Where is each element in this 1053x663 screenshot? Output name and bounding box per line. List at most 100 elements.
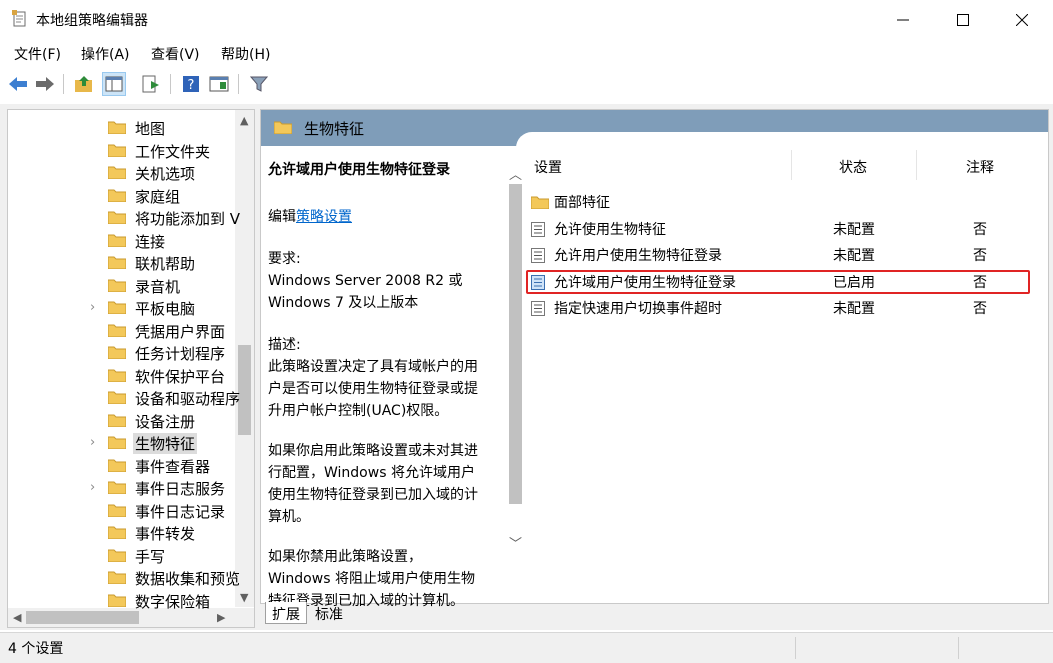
folder-icon	[107, 323, 127, 337]
menu-file[interactable]: 文件(F)	[14, 44, 61, 64]
description-line: 算机。	[268, 509, 310, 525]
folder-icon	[107, 458, 127, 472]
tree-item[interactable]: › 生物特征	[8, 431, 232, 454]
menu-view[interactable]: 查看(V)	[151, 44, 200, 64]
tree-item-label: 家庭组	[135, 187, 181, 206]
tab-extended[interactable]: 扩展	[265, 602, 307, 624]
folder-icon	[107, 255, 127, 270]
tree-item[interactable]: 数字保险箱	[8, 589, 232, 611]
policy-row[interactable]: 允许使用生物特征 未配置 否	[526, 217, 1030, 241]
policy-row[interactable]: 指定快速用户切换事件超时 未配置 否	[526, 296, 1030, 320]
tree-item-label: 软件保护平台	[135, 367, 226, 386]
description-line: 升用户帐户控制(UAC)权限。	[268, 403, 449, 419]
folder-icon	[107, 278, 127, 292]
tree-item[interactable]: 事件转发	[8, 521, 232, 543]
window-title: 本地组策略编辑器	[36, 13, 148, 29]
folder-icon	[530, 195, 550, 210]
policy-setting-icon	[531, 248, 545, 263]
description-label: 描述:	[268, 337, 301, 353]
policy-row[interactable]: 允许用户使用生物特征登录 未配置 否	[526, 243, 1030, 267]
folder-icon	[107, 165, 127, 180]
export-list-button[interactable]	[139, 72, 163, 96]
tree-item[interactable]: 工作文件夹	[8, 139, 232, 161]
filter-button[interactable]	[247, 72, 271, 96]
scroll-right-icon[interactable]: ▶	[217, 611, 225, 624]
folder-icon	[274, 121, 292, 134]
tree-item[interactable]: 设备注册	[8, 409, 232, 431]
minimize-icon	[897, 19, 909, 21]
close-icon	[1016, 14, 1028, 26]
scroll-down-icon[interactable]: ▼	[240, 591, 248, 604]
up-folder-button[interactable]	[72, 72, 96, 96]
column-header-comment[interactable]: 注释	[966, 157, 994, 177]
menu-bar: 文件(F) 操作(A) 查看(V) 帮助(H)	[0, 40, 1053, 66]
tab-standard[interactable]: 标准	[309, 602, 349, 624]
tree-item[interactable]: 地图	[8, 116, 232, 138]
tree-item[interactable]: 联机帮助	[8, 251, 232, 273]
tree-item[interactable]: 关机选项	[8, 161, 232, 183]
description-line: 使用生物特征登录到已加入域的计	[268, 487, 478, 503]
requirements-line-1: Windows Server 2008 R2 或	[268, 273, 463, 289]
tree-item[interactable]: 连接	[8, 229, 232, 251]
tree-item-label: 关机选项	[135, 165, 196, 183]
settings-list: 设置 状态 注释 面部特征 允许使用生物特征 未配置否允许用户使用生物特征登录 未配置…	[526, 146, 1048, 601]
expand-chevron-icon[interactable]: ›	[90, 435, 100, 450]
tree-item[interactable]: 设备和驱动程序	[8, 386, 240, 408]
menu-help[interactable]: 帮助(H)	[221, 44, 270, 64]
setting-state: 未配置	[833, 221, 875, 238]
tree-item[interactable]: 软件保护平台	[8, 364, 232, 386]
setting-comment: 否	[973, 221, 987, 238]
tree-hscroll-thumb[interactable]	[26, 611, 139, 624]
minimize-button[interactable]	[880, 0, 926, 40]
gpedit-app-icon	[12, 10, 26, 27]
list-folder-row[interactable]: 面部特征	[526, 190, 1030, 214]
help-button[interactable]: ?	[179, 72, 203, 96]
tree-item-label: 任务计划程序	[135, 345, 226, 363]
menu-action[interactable]: 操作(A)	[81, 44, 130, 64]
show-hide-tree-button[interactable]	[102, 72, 126, 96]
tree-item[interactable]: 录音机	[8, 274, 232, 296]
tree-item[interactable]: 手写	[8, 544, 232, 566]
policy-setting-icon	[531, 221, 545, 237]
tree-item[interactable]: 数据收集和预览	[8, 566, 240, 588]
details-header-title: 生物特征	[304, 120, 365, 138]
policy-setting-icon	[531, 301, 545, 316]
column-header-state[interactable]: 状态	[839, 157, 867, 177]
column-header-setting[interactable]: 设置	[534, 157, 562, 177]
tree-vertical-scrollbar[interactable]: ▲ ▼	[235, 110, 254, 607]
details-pane: 生物特征 允许域用户使用生物特征登录 编辑策略设置 要求: Windows Se…	[260, 109, 1049, 609]
expand-chevron-icon[interactable]: ›	[90, 480, 100, 495]
tree-item[interactable]: 家庭组	[8, 184, 232, 206]
folder-icon	[107, 548, 127, 562]
scroll-down-icon[interactable]: ﹀	[509, 533, 522, 552]
scroll-up-icon[interactable]: ︿	[509, 164, 522, 183]
expand-chevron-icon[interactable]: ›	[90, 300, 100, 315]
tree-item[interactable]: › 平板电脑	[8, 296, 232, 318]
folder-icon	[107, 368, 127, 382]
edit-policy-link[interactable]: 策略设置	[296, 209, 352, 225]
folder-icon	[107, 345, 127, 360]
tree-item[interactable]: 事件查看器	[8, 454, 232, 476]
tree-item[interactable]: 将功能添加到 V	[8, 206, 240, 228]
folder-icon	[107, 300, 127, 315]
tree-item[interactable]: › 事件日志服务	[8, 476, 232, 498]
description-scroll-thumb[interactable]	[509, 184, 522, 504]
title-bar: 本地组策略编辑器	[0, 0, 1053, 40]
scroll-up-icon[interactable]: ▲	[240, 114, 248, 127]
description-line: 行配置，Windows 将允许域用户	[268, 465, 475, 481]
properties-button[interactable]	[207, 72, 231, 96]
tree-item[interactable]: 任务计划程序	[8, 341, 232, 363]
tree-item-label: 事件转发	[135, 525, 196, 543]
tree-item[interactable]: 事件日志记录	[8, 499, 232, 521]
forward-button[interactable]	[33, 72, 57, 96]
description-scrollbar[interactable]: ︿ ﹀	[506, 150, 525, 560]
folder-icon	[107, 188, 127, 202]
policy-row[interactable]: 允许域用户使用生物特征登录 已启用 否	[526, 269, 1030, 294]
maximize-button[interactable]	[940, 0, 986, 40]
back-button[interactable]	[6, 72, 30, 96]
close-button[interactable]	[999, 0, 1045, 40]
folder-icon	[107, 390, 127, 405]
scroll-left-icon[interactable]: ◀	[13, 611, 21, 624]
tree-item[interactable]: 凭据用户界面	[8, 319, 232, 341]
setting-state: 已启用	[833, 274, 875, 291]
